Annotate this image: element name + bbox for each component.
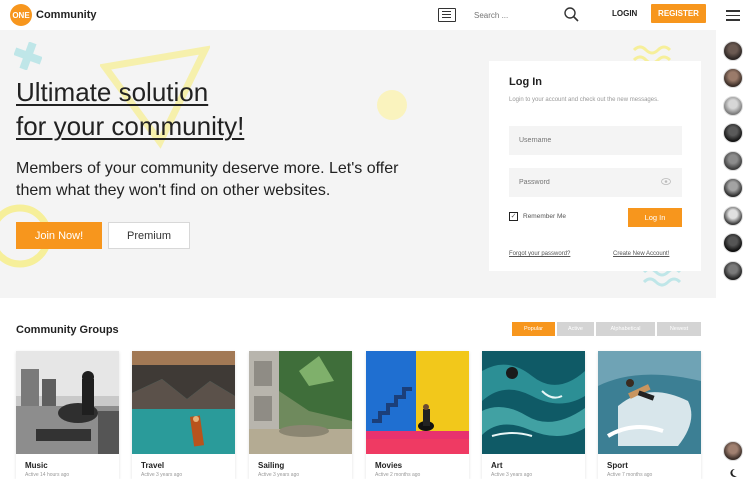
member-avatar[interactable] bbox=[723, 178, 743, 198]
member-avatar[interactable] bbox=[723, 261, 743, 281]
group-image[interactable] bbox=[598, 351, 701, 454]
member-avatar[interactable] bbox=[723, 41, 743, 61]
group-name[interactable]: Art bbox=[491, 461, 503, 470]
remember-me[interactable]: ✓ Remember Me bbox=[509, 212, 566, 221]
register-button[interactable]: REGISTER bbox=[651, 4, 706, 23]
hero-title-line: Ultimate solution bbox=[16, 77, 209, 107]
group-card-movies[interactable]: Movies Active 2 months ago bbox=[366, 351, 469, 479]
logo-badge: ONE bbox=[10, 4, 32, 26]
group-activity: Active 7 months ago bbox=[607, 472, 653, 478]
group-activity: Active 3 years ago bbox=[491, 472, 533, 478]
search-input[interactable] bbox=[474, 7, 554, 23]
search-icon[interactable] bbox=[563, 6, 579, 22]
group-card-travel[interactable]: Travel Active 3 years ago bbox=[132, 351, 235, 479]
login-card: Log In Login to your account and check o… bbox=[489, 61, 701, 271]
groups-title: Community Groups bbox=[16, 324, 119, 336]
group-image[interactable] bbox=[482, 351, 585, 454]
top-header: ONE Community LOGIN REGISTER bbox=[0, 0, 716, 30]
group-name[interactable]: Music bbox=[25, 461, 48, 470]
group-name[interactable]: Sailing bbox=[258, 461, 284, 470]
decor-dot-icon bbox=[377, 90, 407, 120]
group-image[interactable] bbox=[132, 351, 235, 454]
group-activity: Active 3 years ago bbox=[141, 472, 183, 478]
login-link[interactable]: LOGIN bbox=[612, 9, 637, 18]
decor-cross-icon bbox=[14, 42, 42, 70]
group-name[interactable]: Movies bbox=[375, 461, 402, 470]
group-activity: Active 14 hours ago bbox=[25, 472, 70, 478]
hero-subtitle: Members of your community deserve more. … bbox=[16, 160, 399, 199]
site-logo[interactable]: ONE Community bbox=[10, 4, 97, 26]
group-card-sport[interactable]: Sport Active 7 months ago bbox=[598, 351, 701, 479]
group-name[interactable]: Sport bbox=[607, 461, 628, 470]
eye-icon[interactable] bbox=[661, 178, 671, 185]
group-card-art[interactable]: Art Active 3 years ago bbox=[482, 351, 585, 479]
moon-icon[interactable] bbox=[728, 468, 738, 478]
group-image[interactable] bbox=[249, 351, 352, 454]
group-card-sailing[interactable]: Sailing Active 3 years ago bbox=[249, 351, 352, 479]
group-name[interactable]: Travel bbox=[141, 461, 164, 470]
group-image[interactable] bbox=[366, 351, 469, 454]
current-user-avatar[interactable] bbox=[723, 441, 743, 461]
premium-button[interactable]: Premium bbox=[108, 222, 190, 249]
group-image[interactable] bbox=[16, 351, 119, 454]
remember-checkbox[interactable]: ✓ bbox=[509, 212, 518, 221]
member-avatar[interactable] bbox=[723, 123, 743, 143]
tab-active[interactable]: Active bbox=[557, 322, 594, 336]
menu-list-icon[interactable] bbox=[438, 8, 456, 22]
group-activity: Active 3 years ago bbox=[258, 472, 300, 478]
logo-text: Community bbox=[36, 9, 97, 21]
login-submit-button[interactable]: Log In bbox=[628, 208, 682, 227]
hero-title-line: for your community! bbox=[16, 111, 245, 141]
member-avatar[interactable] bbox=[723, 233, 743, 253]
remember-label: Remember Me bbox=[523, 213, 566, 220]
group-card-music[interactable]: Music Active 14 hours ago bbox=[16, 351, 119, 479]
member-avatar[interactable] bbox=[723, 96, 743, 116]
community-groups-section: Community Groups Popular Active Alphabet… bbox=[0, 298, 716, 479]
create-account-link[interactable]: Create New Account! bbox=[613, 251, 669, 257]
join-now-button[interactable]: Join Now! bbox=[16, 222, 102, 249]
login-title: Log In bbox=[509, 76, 542, 88]
password-field[interactable] bbox=[509, 168, 682, 197]
member-avatar[interactable] bbox=[723, 206, 743, 226]
group-activity: Active 2 months ago bbox=[375, 472, 421, 478]
login-description: Login to your account and check out the … bbox=[509, 97, 659, 103]
tab-popular[interactable]: Popular bbox=[512, 322, 555, 336]
forgot-password-link[interactable]: Forgot your password? bbox=[509, 251, 570, 257]
groups-filter-tabs: Popular Active Alphabetical Newest bbox=[512, 322, 703, 336]
hamburger-icon[interactable] bbox=[726, 10, 740, 24]
username-field[interactable] bbox=[509, 126, 682, 155]
tab-newest[interactable]: Newest bbox=[657, 322, 701, 336]
hero-title: Ultimate solution for your community! bbox=[16, 75, 244, 143]
member-avatar[interactable] bbox=[723, 68, 743, 88]
tab-alphabetical[interactable]: Alphabetical bbox=[596, 322, 655, 336]
member-avatar[interactable] bbox=[723, 151, 743, 171]
